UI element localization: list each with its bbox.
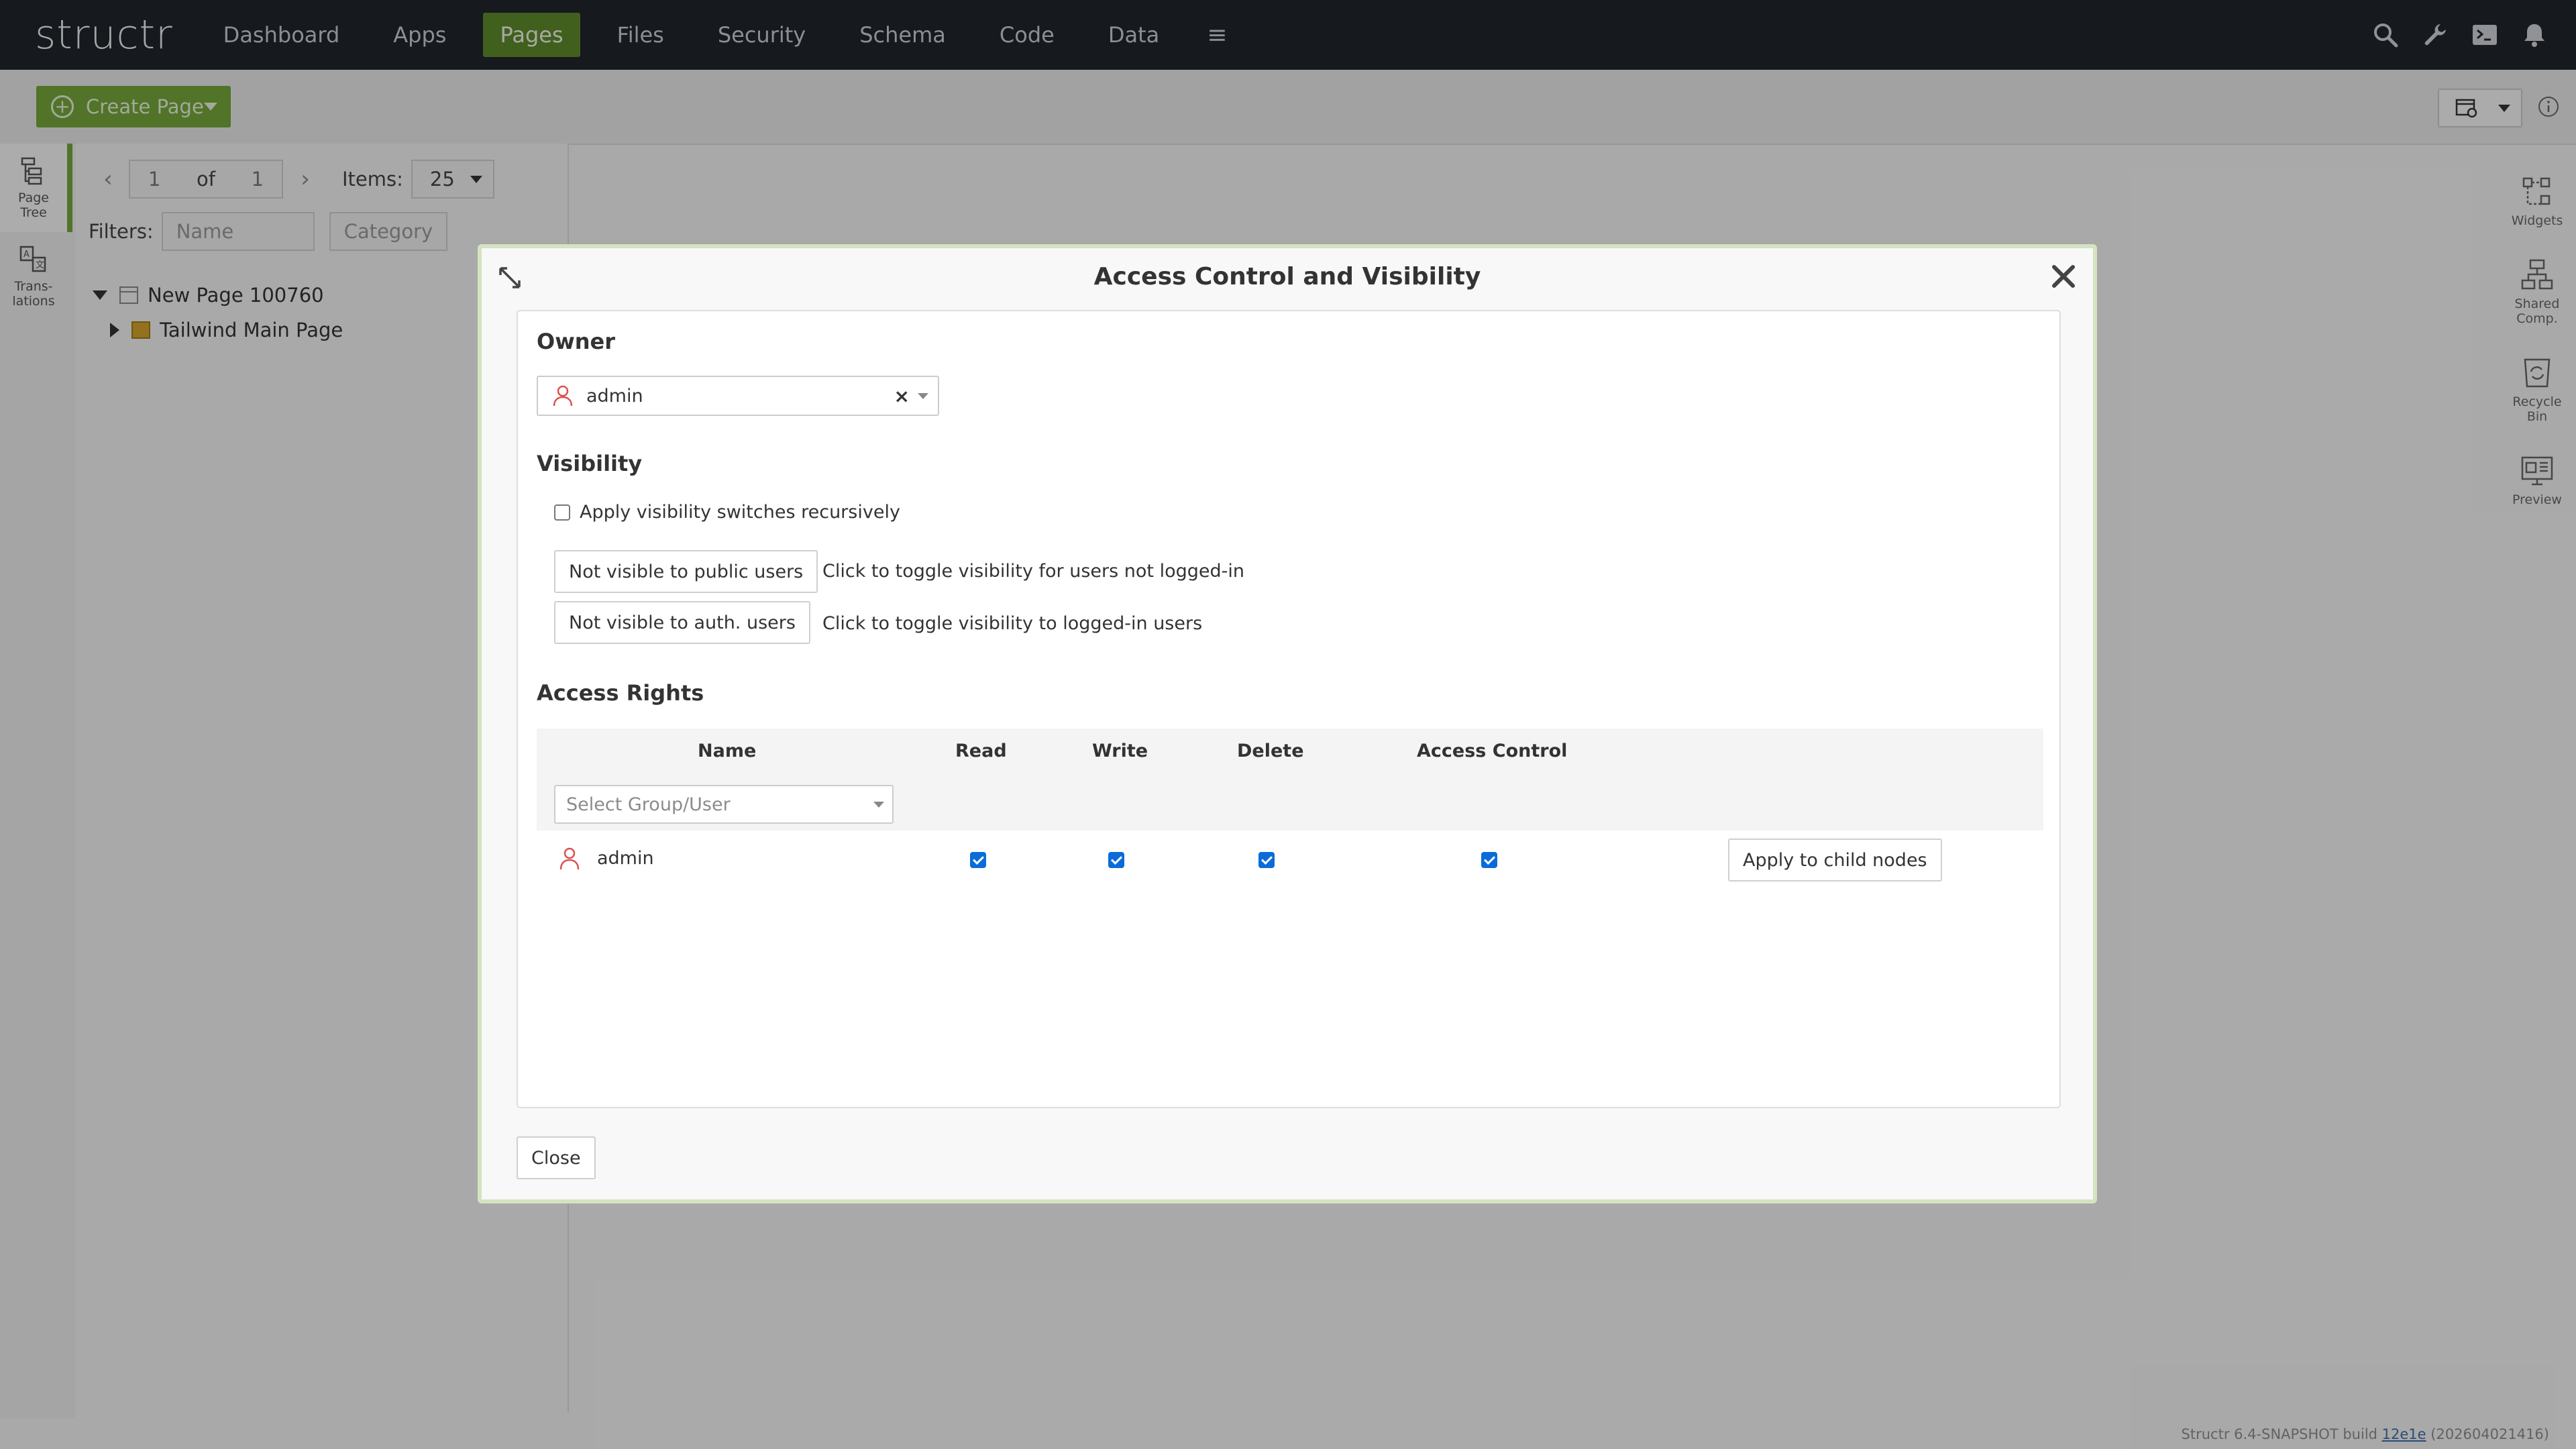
owner-select[interactable]: admin × bbox=[537, 376, 939, 416]
auth-visibility-help: Click to toggle visibility to logged-in … bbox=[822, 613, 1203, 634]
dialog-title: Access Control and Visibility bbox=[1093, 263, 1481, 290]
apply-to-child-nodes-button[interactable]: Apply to child nodes bbox=[1728, 839, 1942, 881]
delete-checkbox[interactable] bbox=[1258, 852, 1275, 868]
access-control-dialog: Access Control and Visibility Owner admi… bbox=[478, 244, 2097, 1203]
chevron-down-icon bbox=[873, 801, 884, 808]
chevron-down-icon[interactable] bbox=[918, 392, 928, 399]
clear-owner-icon[interactable]: × bbox=[894, 385, 910, 407]
row-user-name: admin bbox=[597, 848, 654, 869]
visibility-heading: Visibility bbox=[537, 451, 643, 476]
access-rights-table: Name Read Write Delete Access Control Se… bbox=[537, 729, 2043, 890]
dialog-body: Owner admin × Visibility Apply visibilit… bbox=[517, 310, 2061, 1108]
col-name: Name bbox=[698, 741, 757, 761]
recursive-checkbox[interactable] bbox=[554, 504, 570, 521]
col-read: Read bbox=[955, 741, 1007, 761]
toggle-auth-visibility-button[interactable]: Not visible to auth. users bbox=[554, 601, 810, 644]
col-access-control: Access Control bbox=[1417, 741, 1568, 761]
table-header: Name Read Write Delete Access Control Se… bbox=[537, 729, 2043, 830]
write-checkbox[interactable] bbox=[1108, 852, 1124, 868]
public-visibility-help: Click to toggle visibility for users not… bbox=[822, 561, 1244, 582]
table-row: admin Apply to child nodes bbox=[537, 830, 2043, 890]
group-user-select[interactable]: Select Group/User bbox=[554, 785, 894, 824]
owner-value: admin bbox=[586, 385, 643, 407]
access-control-checkbox[interactable] bbox=[1481, 852, 1497, 868]
access-rights-heading: Access Rights bbox=[537, 680, 704, 706]
owner-heading: Owner bbox=[537, 329, 616, 354]
close-icon[interactable] bbox=[2049, 262, 2078, 291]
recursive-visibility-row: Apply visibility switches recursively bbox=[554, 502, 900, 523]
recursive-label: Apply visibility switches recursively bbox=[580, 502, 900, 523]
read-checkbox[interactable] bbox=[970, 852, 986, 868]
col-delete: Delete bbox=[1237, 741, 1304, 761]
user-icon bbox=[559, 847, 580, 870]
user-icon bbox=[553, 385, 573, 407]
close-button[interactable]: Close bbox=[517, 1136, 596, 1179]
group-user-placeholder: Select Group/User bbox=[566, 794, 731, 815]
col-write: Write bbox=[1092, 741, 1148, 761]
toggle-public-visibility-button[interactable]: Not visible to public users bbox=[554, 550, 818, 593]
